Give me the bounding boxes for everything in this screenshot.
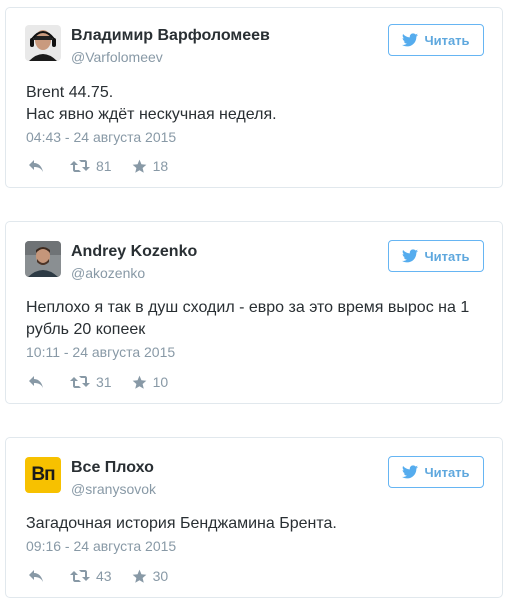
tweet-text-line: рубль 20 копеек (26, 321, 146, 338)
reply-button[interactable] (28, 159, 44, 173)
tweet-text-line: Нас явно ждёт нескучная неделя. (26, 106, 277, 123)
retweet-count: 81 (96, 158, 112, 174)
tweet-text: Brent 44.75. Нас явно ждёт нескучная нед… (26, 82, 486, 126)
favorite-count: 30 (152, 568, 169, 584)
star-icon (132, 375, 146, 389)
twitter-bird-icon (402, 33, 419, 47)
follow-label: Читать (424, 248, 470, 264)
retweet-button[interactable]: 31 (70, 374, 112, 390)
retweet-icon (70, 376, 90, 388)
author-handle[interactable]: @akozenko (71, 265, 145, 281)
favorite-count: 18 (152, 158, 169, 174)
retweet-button[interactable]: 81 (70, 158, 112, 174)
reply-arrow-icon (29, 570, 43, 582)
follow-button[interactable]: Читать (388, 240, 484, 272)
tweet-actions: 81 18 (28, 157, 168, 175)
follow-label: Читать (424, 32, 470, 48)
tweet-text-line: Неплохо я так в душ сходил - евро за это… (26, 299, 470, 316)
retweet-icon (70, 160, 90, 172)
tweet-timestamp[interactable]: 04:43 - 24 августа 2015 (26, 129, 176, 145)
retweet-count: 31 (96, 374, 112, 390)
retweet-icon (70, 570, 90, 582)
author-name[interactable]: Владимир Варфоломеев (71, 27, 270, 45)
vp-logo-text: Вп (31, 464, 55, 485)
author-name[interactable]: Все Плохо (71, 459, 154, 477)
follow-label: Читать (424, 464, 470, 480)
favorite-button[interactable]: 10 (132, 374, 169, 390)
favorite-button[interactable]: 18 (132, 158, 169, 174)
tweet-text-line: Загадочная история Бенджамина Брента. (26, 515, 337, 532)
twitter-bird-icon (402, 465, 419, 479)
tweet-card: Andrey Kozenko @akozenko Читать Неплохо … (5, 221, 503, 404)
reply-arrow-icon (29, 376, 43, 388)
avatar[interactable] (25, 241, 61, 277)
tweet-text: Загадочная история Бенджамина Брента. (26, 513, 486, 535)
retweet-count: 43 (96, 568, 112, 584)
star-icon (132, 569, 146, 583)
twitter-bird-icon (402, 249, 419, 263)
star-icon (132, 159, 146, 173)
tweet-actions: 31 10 (28, 373, 168, 391)
tweet-timestamp[interactable]: 09:16 - 24 августа 2015 (26, 538, 176, 554)
avatar[interactable]: Вп (25, 457, 61, 493)
tweet-text-line: Brent 44.75. (26, 84, 114, 101)
follow-button[interactable]: Читать (388, 24, 484, 56)
avatar[interactable] (25, 25, 61, 61)
follow-button[interactable]: Читать (388, 456, 484, 488)
tweet-card: Вп Все Плохо @sranysovok Читать Загадочн… (5, 437, 503, 598)
favorite-count: 10 (152, 374, 169, 390)
author-handle[interactable]: @Varfolomeev (71, 49, 163, 65)
tweet-text: Неплохо я так в душ сходил - евро за это… (26, 297, 486, 341)
tweet-card: Владимир Варфоломеев @Varfolomeev Читать… (5, 7, 503, 188)
reply-button[interactable] (28, 375, 44, 389)
tweet-timestamp[interactable]: 10:11 - 24 августа 2015 (26, 344, 175, 360)
author-handle[interactable]: @sranysovok (71, 481, 156, 497)
retweet-button[interactable]: 43 (70, 568, 112, 584)
favorite-button[interactable]: 30 (132, 568, 169, 584)
author-name[interactable]: Andrey Kozenko (71, 243, 197, 261)
reply-arrow-icon (29, 160, 43, 172)
tweet-actions: 43 30 (28, 567, 168, 585)
reply-button[interactable] (28, 569, 44, 583)
